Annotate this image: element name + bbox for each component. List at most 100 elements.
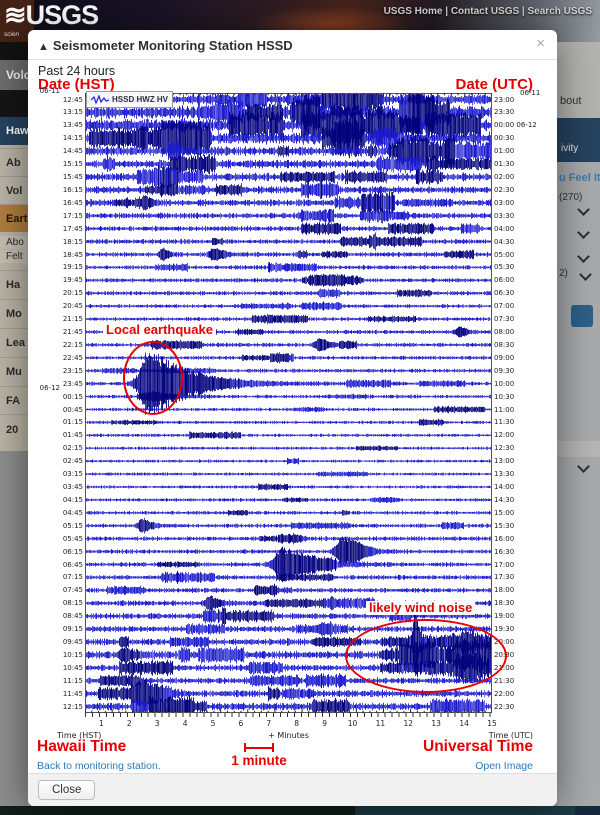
chevron-down-icon[interactable] [577, 460, 590, 473]
hst-time-label: 10:45 [63, 664, 83, 673]
chevron-down-icon[interactable] [579, 268, 592, 281]
utc-time-label: 06:30 [494, 289, 514, 298]
section-header-band [557, 118, 600, 162]
chevron-down-icon[interactable] [577, 250, 590, 263]
hst-time-label: 09:45 [63, 638, 83, 647]
utc-time-label: 01:00 [494, 147, 514, 156]
hst-time-label: 08:15 [63, 599, 83, 608]
sidebar-item[interactable]: Eart [0, 204, 28, 232]
utc-time-label: 07:30 [494, 315, 514, 324]
hst-time-label: 18:45 [63, 251, 83, 260]
hst-time-label: 12:45 [63, 96, 83, 105]
hst-time-label: 23:45 [63, 380, 83, 389]
utc-time-label: 15:30 [494, 522, 514, 531]
banner-dark-fragment [0, 90, 28, 117]
volcano-triangle-icon: ▲ [38, 41, 49, 53]
minute-tick-label: 5 [204, 719, 222, 728]
utc-time-label: 03:30 [494, 212, 514, 221]
chevron-down-icon[interactable] [577, 226, 590, 239]
open-image-link[interactable]: Open Image [475, 760, 533, 772]
hst-time-label: 15:15 [63, 160, 83, 169]
section-divider-band [557, 441, 600, 457]
utc-time-label: 13:00 [494, 457, 514, 466]
usgs-header-links[interactable]: USGS Home | Contact USGS | Search USGS [384, 6, 592, 17]
utc-time-label: 22:00 [494, 690, 514, 699]
utc-time-label: 21:30 [494, 677, 514, 686]
hst-time-label: 06:45 [63, 561, 83, 570]
did-you-feel-it-link-fragment[interactable]: u Feel It? [559, 172, 600, 184]
hst-time-label: 21:15 [63, 315, 83, 324]
sidebar-item[interactable]: Vol [0, 176, 28, 204]
page-bottom-photo [0, 806, 600, 815]
about-link-fragment[interactable]: bout [560, 95, 581, 107]
earthquake-circle-annotation [123, 341, 183, 415]
sidebar-item[interactable]: Lea [0, 328, 28, 357]
utc-time-label: 18:30 [494, 599, 514, 608]
hst-time-label: 01:45 [63, 431, 83, 440]
minute-tick-label: 8 [288, 719, 306, 728]
utc-time-label: 05:30 [494, 263, 514, 272]
usgs-wave-icon: ≋ [4, 0, 26, 30]
hst-time-label: 07:15 [63, 573, 83, 582]
utc-time-label: 17:30 [494, 573, 514, 582]
wind-noise-annotation: likely wind noise [366, 601, 475, 615]
sidebar-item[interactable]: Ab [0, 148, 28, 176]
bottom-navy-fragment [575, 806, 600, 815]
hst-time-label: 08:45 [63, 612, 83, 621]
page-left-edge: Volc Haw AbVolEartAboFeltHaMoLeaMuFA20 [0, 42, 28, 806]
utc-time-label: 15:00 [494, 509, 514, 518]
search-button-fragment[interactable] [571, 305, 593, 327]
utc-time-label: 10:30 [494, 393, 514, 402]
sidebar-item[interactable]: Mu [0, 357, 28, 386]
usgs-logo[interactable]: ≋USGS [4, 0, 98, 31]
utc-time-label: 11:30 [494, 418, 514, 427]
utc-time-label: 00:00 06-12 [494, 121, 537, 130]
hst-time-label: 11:15 [63, 677, 83, 686]
minute-tick-label: 2 [120, 719, 138, 728]
hst-date-top: 06-11 [34, 87, 60, 95]
utc-time-label: 01:30 [494, 160, 514, 169]
utc-time-label: 10:00 [494, 380, 514, 389]
observatory-bar-fragment: Haw [0, 117, 28, 145]
utc-time-label: 02:30 [494, 186, 514, 195]
hst-time-label: 10:15 [63, 651, 83, 660]
sidebar-item[interactable]: Abo [0, 236, 28, 249]
utc-time-label: 23:00 [494, 96, 514, 105]
hst-time-label: 21:45 [63, 328, 83, 337]
minute-tick-label: 6 [232, 719, 250, 728]
utc-time-label: 14:30 [494, 496, 514, 505]
hst-time-label: 14:45 [63, 147, 83, 156]
utc-time-label: 19:00 [494, 612, 514, 621]
minute-tick-label: 1 [92, 719, 110, 728]
utc-time-label: 02:00 [494, 173, 514, 182]
trace-legend: HSSD HWZ HV [86, 91, 173, 108]
chevron-down-icon[interactable] [577, 203, 590, 216]
hst-time-label: 02:15 [63, 444, 83, 453]
hst-time-label: 20:45 [63, 302, 83, 311]
utc-time-label: 16:00 [494, 535, 514, 544]
hst-time-label: 04:45 [63, 509, 83, 518]
utc-time-label: 14:00 [494, 483, 514, 492]
seismometer-modal: ▲Seismometer Monitoring Station HSSD × P… [28, 30, 557, 806]
sidebar-item[interactable]: Felt [0, 250, 28, 263]
sidebar-item[interactable]: 20 [0, 414, 28, 444]
sidebar-item[interactable]: FA [0, 386, 28, 414]
screen: USGS Home | Contact USGS | Search USGS ≋… [0, 0, 600, 815]
utc-time-label: 12:30 [494, 444, 514, 453]
minute-tick-label: 11 [371, 719, 389, 728]
utc-time-label: 08:00 [494, 328, 514, 337]
hst-time-label: 01:15 [63, 418, 83, 427]
close-icon[interactable]: × [536, 36, 545, 52]
minutes-tick-ruler [85, 713, 492, 717]
sidebar-item[interactable]: Mo [0, 299, 28, 328]
close-button[interactable]: Close [38, 780, 95, 800]
one-minute-scalebar-icon [244, 743, 274, 752]
universal-time-annotation: Universal Time [423, 738, 533, 756]
utc-time-label: 08:30 [494, 341, 514, 350]
sidebar-item[interactable]: Ha [0, 270, 28, 299]
sidebar-nav: AbVolEart AboFelt HaMoLeaMuFA20 [0, 145, 28, 451]
hst-time-label: 04:15 [63, 496, 83, 505]
utc-time-label: 16:30 [494, 548, 514, 557]
back-to-station-link[interactable]: Back to monitoring station. [37, 760, 161, 772]
hst-time-label: 00:45 [63, 406, 83, 415]
